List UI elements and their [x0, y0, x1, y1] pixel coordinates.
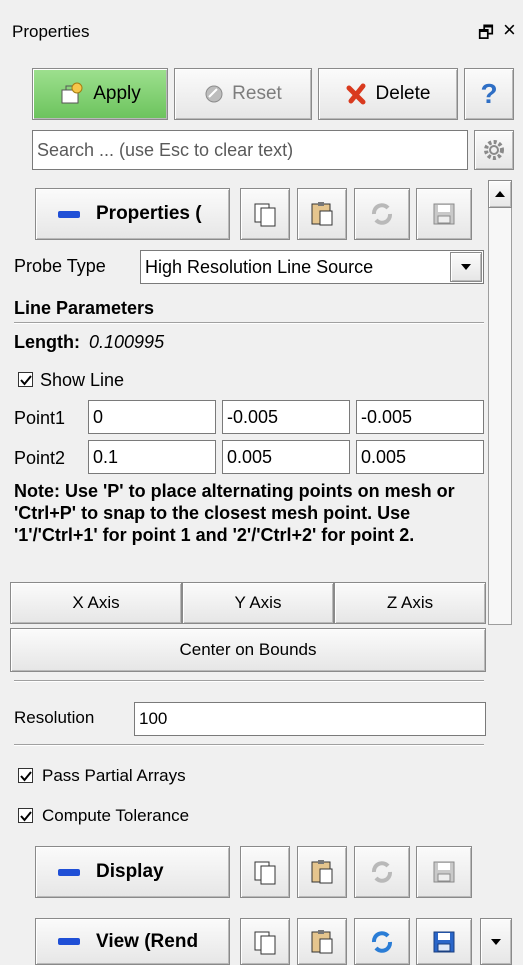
point1-label: Point1 [14, 408, 66, 428]
view-paste-button[interactable] [297, 918, 347, 965]
apply-label: Apply [93, 83, 141, 104]
scroll-down-button[interactable] [480, 918, 512, 965]
view-section-toggle[interactable]: View (Rend [35, 918, 230, 965]
probe-type-dropdown-button[interactable] [450, 252, 482, 282]
length-row: Length: 0.100995 [14, 332, 164, 353]
gear-icon [481, 137, 507, 163]
search-input[interactable]: Search ... (use Esc to clear text) [32, 130, 468, 170]
reset-icon [204, 84, 224, 104]
center-on-bounds-button[interactable]: Center on Bounds [10, 628, 486, 672]
probe-type-value: High Resolution Line Source [145, 256, 374, 277]
length-value: 0.100995 [89, 332, 165, 352]
checkmark-icon [19, 810, 32, 822]
view-section-label: View (Rend [96, 930, 199, 952]
paste-button[interactable] [297, 188, 347, 240]
panel-title: Properties [12, 22, 90, 41]
save-default-button[interactable] [416, 188, 472, 240]
point1-z-field[interactable]: -0.005 [356, 400, 484, 434]
copy-icon [251, 858, 279, 886]
probe-type-label: Probe Type [14, 256, 106, 276]
paste-icon [308, 200, 336, 228]
display-save-default-button[interactable] [416, 846, 472, 898]
copy-icon [251, 928, 279, 956]
display-restore-default-button[interactable] [354, 846, 410, 898]
pass-partial-arrays-checkbox[interactable] [18, 768, 33, 783]
divider [14, 680, 484, 682]
point2-y-field[interactable]: 0.005 [222, 440, 350, 474]
pass-partial-arrays-label: Pass Partial Arrays [42, 766, 186, 785]
chevron-down-icon [490, 938, 502, 946]
delete-label: Delete [375, 83, 431, 104]
reset-button[interactable]: Reset [174, 68, 312, 120]
point2-label: Point2 [14, 448, 66, 468]
floppy-disk-icon [432, 202, 456, 226]
note-text: Note: Use 'P' to place alternating point… [14, 481, 455, 545]
line-parameters-heading: Line Parameters [14, 298, 155, 318]
scrollbar[interactable] [488, 180, 512, 625]
floppy-disk-icon [432, 930, 456, 954]
display-copy-button[interactable] [240, 846, 290, 898]
z-axis-button[interactable]: Z Axis [334, 582, 486, 624]
float-icon[interactable]: 🗗 [478, 20, 494, 49]
copy-button[interactable] [240, 188, 290, 240]
copy-icon [251, 200, 279, 228]
refresh-icon [369, 859, 395, 885]
refresh-icon [369, 201, 395, 227]
point1-x-field[interactable]: 0 [88, 400, 216, 434]
chevron-down-icon [460, 263, 472, 271]
minus-icon [58, 210, 80, 218]
resolution-field[interactable]: 100 [134, 702, 486, 736]
restore-default-button[interactable] [354, 188, 410, 240]
show-line-checkbox[interactable] [18, 372, 33, 387]
checkmark-icon [19, 770, 32, 782]
point1-y-field[interactable]: -0.005 [222, 400, 350, 434]
point2-z-field[interactable]: 0.005 [356, 440, 484, 474]
properties-section-label: Properties ( [96, 203, 202, 224]
refresh-icon [369, 929, 395, 955]
show-line-label: Show Line [40, 370, 125, 390]
point2-x-field[interactable]: 0.1 [88, 440, 216, 474]
delete-icon [346, 83, 368, 105]
divider [14, 744, 484, 746]
apply-button[interactable]: Apply [32, 68, 168, 120]
display-section-toggle[interactable]: Display [35, 846, 230, 898]
minus-icon [58, 868, 80, 876]
settings-gear-button[interactable] [474, 130, 514, 170]
resolution-label: Resolution [14, 708, 95, 727]
view-save-default-button[interactable] [416, 918, 472, 965]
paste-icon [308, 858, 336, 886]
x-axis-button[interactable]: X Axis [10, 582, 182, 624]
paste-icon [308, 928, 336, 956]
display-section-label: Display [96, 861, 164, 882]
y-axis-button[interactable]: Y Axis [182, 582, 334, 624]
close-icon[interactable]: × [503, 17, 516, 43]
compute-tolerance-checkbox[interactable] [18, 808, 33, 823]
display-paste-button[interactable] [297, 846, 347, 898]
floppy-disk-icon [432, 860, 456, 884]
length-label: Length: [14, 332, 80, 352]
divider [14, 322, 484, 324]
reset-label: Reset [232, 83, 282, 104]
checkmark-icon [19, 374, 32, 386]
delete-button[interactable]: Delete [318, 68, 458, 120]
properties-section-toggle[interactable]: Properties ( [35, 188, 230, 240]
view-copy-button[interactable] [240, 918, 290, 965]
help-button[interactable]: ? [464, 68, 514, 120]
scroll-up-button[interactable] [488, 180, 512, 208]
apply-icon [59, 82, 85, 106]
minus-icon [58, 938, 80, 945]
compute-tolerance-label: Compute Tolerance [42, 806, 190, 825]
view-restore-default-button[interactable] [354, 918, 410, 965]
probe-type-select[interactable]: High Resolution Line Source [140, 250, 484, 284]
arrow-up-icon [494, 190, 506, 198]
